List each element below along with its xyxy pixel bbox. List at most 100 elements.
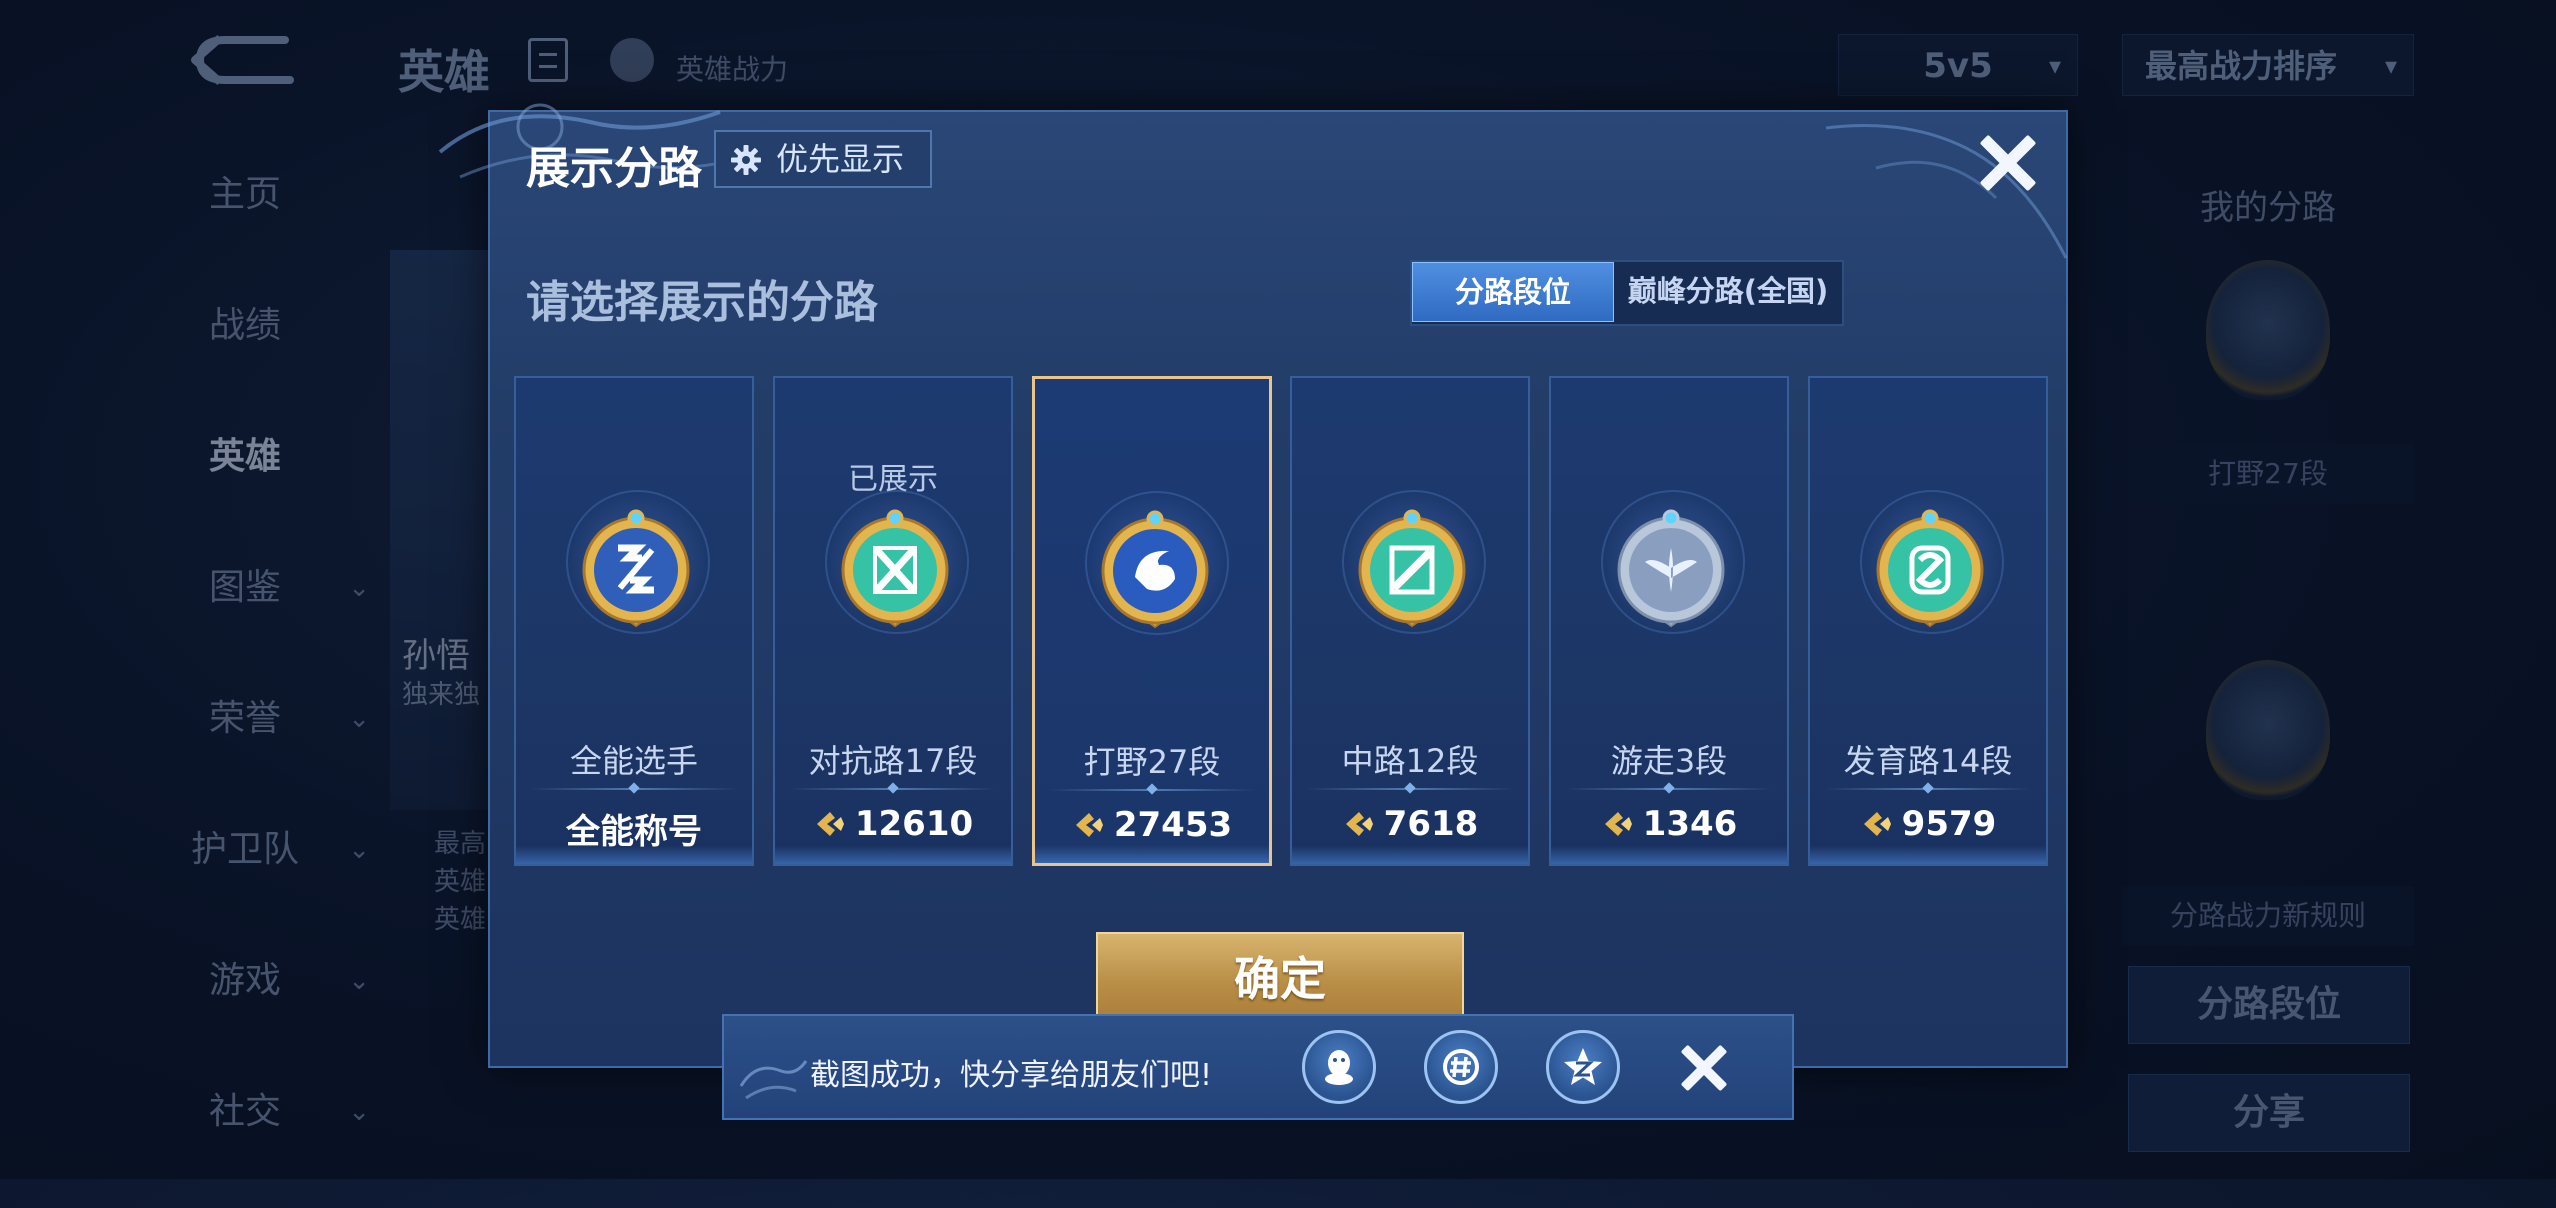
gear-icon — [731, 145, 761, 175]
divider — [1824, 788, 2032, 790]
screenshot-toast: 截图成功，快分享给朋友们吧! — [722, 1014, 1794, 1120]
priority-display-label: 优先显示 — [776, 140, 905, 178]
sidebar-item[interactable]: 战绩 — [150, 291, 340, 422]
hero-info-line: 英雄 — [434, 867, 487, 897]
chevron-down-icon: ⌄ — [348, 835, 370, 865]
lane-card[interactable]: 已展示 对抗路17段 12610 — [773, 376, 1013, 866]
cloud-decoration — [739, 1060, 808, 1100]
sidebar-item-label: 战绩 — [208, 305, 281, 346]
close-icon[interactable] — [1970, 124, 2046, 200]
sidebar-item-label: 英雄 — [208, 436, 281, 477]
lane-card-list: 全能选手 全能称号 已展示 对抗路17段 12610 打野27段 27453 中路12段 761… — [514, 376, 2048, 866]
lane-power-value: 9579 — [1901, 804, 1997, 844]
lane-rank-label: 对抗路17段 — [808, 742, 978, 780]
lane-power-score: 全能称号 — [516, 804, 752, 853]
sidebar-item[interactable]: 主页 — [150, 160, 340, 291]
chevron-down-icon: ▾ — [2048, 52, 2061, 80]
jungle-lane-badge-icon — [1089, 499, 1221, 649]
share-button[interactable]: 分享 — [2128, 1074, 2410, 1152]
sidebar-item[interactable]: 图鉴 ⌄ — [150, 553, 370, 684]
lane-power-score: 7618 — [1292, 804, 1528, 844]
hero-power-label[interactable]: 英雄战力 — [676, 48, 788, 88]
share-qzone-button[interactable] — [1546, 1030, 1620, 1104]
sidebar-nav: 主页 战绩 英雄 图鉴 ⌄ 荣誉 ⌄ 护卫队 ⌄ 游戏 ⌄ 社交 ⌄ — [150, 160, 400, 1208]
qzone-icon — [1564, 1048, 1602, 1085]
roam-lane-badge-icon — [1605, 498, 1737, 648]
sort-select-value: 最高战力排序 — [2145, 47, 2338, 85]
divider — [1565, 788, 1773, 790]
lane-card[interactable]: 中路12段 7618 — [1290, 376, 1530, 866]
chevron-down-icon: ⌄ — [348, 966, 370, 996]
sidebar-item-label: 荣誉 — [208, 698, 281, 739]
lane-rank-button[interactable]: 分路段位 — [2128, 966, 2410, 1044]
jungle-badge-icon — [2206, 260, 2330, 400]
tab-peak-lane[interactable]: 巅峰分路(全国) — [1614, 262, 1842, 320]
sort-select[interactable]: 最高战力排序 ▾ — [2122, 34, 2414, 96]
lane-power-value: 7618 — [1383, 804, 1479, 844]
lane-power-value: 12610 — [854, 804, 974, 844]
tab-lane-rank[interactable]: 分路段位 — [1412, 262, 1614, 322]
hero-power-icon — [610, 38, 654, 82]
modal-title: 展示分路 — [526, 143, 702, 194]
lane-card[interactable]: 发育路14段 9579 — [1808, 376, 2048, 866]
my-lane-title: 我的分路 — [2200, 188, 2336, 228]
combat-power-icon — [813, 808, 847, 838]
share-qq-button[interactable] — [1302, 1030, 1376, 1104]
hero-name: 孙悟 — [402, 636, 470, 676]
lane-card[interactable]: 游走3段 1346 — [1549, 376, 1789, 866]
all-lane-badge-icon — [570, 498, 702, 648]
farm-lane-badge-icon — [1864, 498, 1996, 648]
lane-rank-label: 打野27段 — [1083, 743, 1221, 781]
sidebar-item-label: 主页 — [208, 174, 281, 215]
lane-rule-link[interactable]: 分路战力新规则 — [2122, 886, 2414, 946]
hero-info-line: 最高 — [434, 829, 487, 859]
divider — [1306, 788, 1514, 790]
lane-rank-label: 中路12段 — [1341, 742, 1479, 780]
sidebar-item-label: 护卫队 — [190, 829, 299, 870]
lane-tabs: 分路段位 巅峰分路(全国) — [1410, 260, 1844, 326]
chevron-down-icon: ▾ — [2384, 52, 2397, 80]
combat-power-icon — [1601, 808, 1635, 838]
lane-power-score: 27453 — [1035, 805, 1269, 845]
combat-power-icon — [1342, 808, 1376, 838]
sidebar-item[interactable]: 英雄 — [150, 422, 340, 553]
divider — [1049, 789, 1255, 791]
my-lane-label: 打野27段 — [2122, 444, 2414, 504]
clash-badge-icon — [2206, 660, 2330, 800]
lane-power-value: 全能称号 — [566, 812, 702, 852]
lane-card[interactable]: 打野27段 27453 — [1032, 376, 1272, 866]
sidebar-item[interactable]: 荣誉 ⌄ — [150, 684, 370, 815]
lane-power-score: 12610 — [775, 804, 1011, 844]
sidebar-item[interactable]: 游戏 ⌄ — [150, 946, 370, 1077]
wechat-moments-icon — [1443, 1049, 1479, 1085]
sidebar-item[interactable]: 社交 ⌄ — [150, 1077, 370, 1208]
lane-power-score: 9579 — [1810, 804, 2046, 844]
modal-subtitle: 请选择展示的分路 — [526, 277, 878, 328]
sidebar-item-label: 游戏 — [208, 960, 281, 1001]
lane-card[interactable]: 全能选手 全能称号 — [514, 376, 754, 866]
mode-select[interactable]: 5v5 ▾ — [1838, 34, 2078, 96]
combat-power-icon — [1860, 808, 1894, 838]
chevron-down-icon: ⌄ — [348, 573, 370, 603]
lane-rank-label: 发育路14段 — [1843, 742, 2013, 780]
mode-select-value: 5v5 — [1923, 46, 1993, 86]
hero-info: 最高 英雄 英雄 — [434, 825, 486, 939]
priority-display-button[interactable]: 优先显示 — [714, 130, 932, 188]
page-title: 英雄 — [398, 45, 490, 99]
back-arrow-icon[interactable] — [190, 30, 300, 90]
lane-power-value: 27453 — [1113, 805, 1233, 845]
divider — [789, 788, 997, 790]
sidebar-item[interactable]: 护卫队 ⌄ — [150, 815, 370, 946]
share-moments-button[interactable] — [1424, 1030, 1498, 1104]
list-icon[interactable] — [528, 38, 568, 82]
hero-info-line: 英雄 — [434, 905, 487, 935]
toast-message: 截图成功，快分享给朋友们吧! — [810, 1058, 1213, 1093]
sidebar-item-label: 社交 — [208, 1091, 281, 1132]
chevron-down-icon: ⌄ — [348, 704, 370, 734]
clash-lane-badge-icon — [829, 498, 961, 648]
lane-power-score: 1346 — [1551, 804, 1787, 844]
combat-power-icon — [1072, 809, 1106, 839]
lane-rank-label: 全能选手 — [569, 742, 698, 780]
sidebar-item-label: 图鉴 — [208, 567, 281, 608]
close-icon[interactable] — [1674, 1038, 1734, 1098]
